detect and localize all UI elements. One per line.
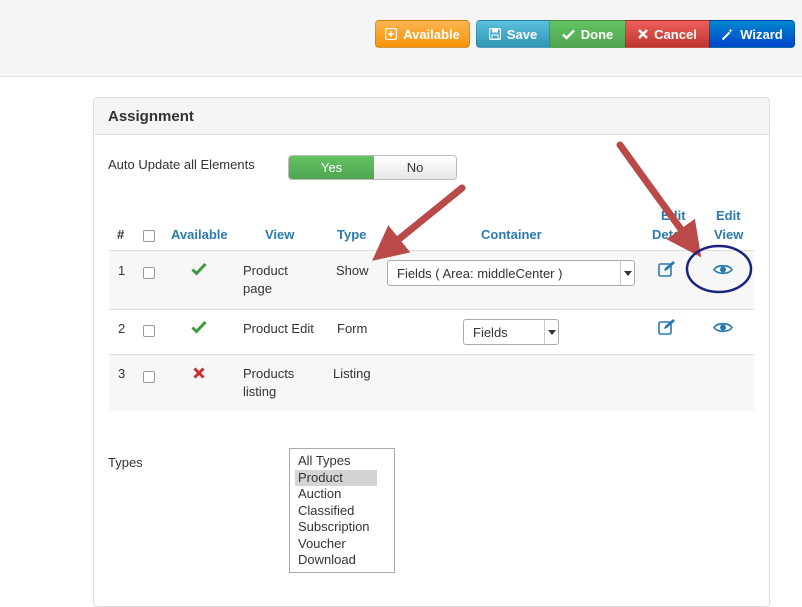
chevron-down-icon bbox=[544, 320, 558, 344]
panel-header: Assignment bbox=[94, 98, 769, 135]
row-view-line2: page bbox=[243, 281, 272, 296]
done-button[interactable]: Done bbox=[549, 20, 626, 48]
unavailable-cross-icon[interactable] bbox=[193, 367, 205, 382]
row-view-line2: listing bbox=[243, 384, 277, 399]
row-number: 3 bbox=[118, 366, 126, 381]
types-option-selected[interactable]: Product bbox=[295, 469, 377, 486]
edit-details-icon[interactable] bbox=[658, 261, 677, 280]
row-number: 2 bbox=[118, 321, 126, 336]
container-select[interactable]: Fields bbox=[463, 319, 559, 345]
column-header-edit-view-line2[interactable]: View bbox=[714, 227, 743, 242]
row-checkbox[interactable] bbox=[143, 325, 155, 337]
auto-update-label: Auto Update all Elements bbox=[108, 157, 255, 172]
select-all-checkbox[interactable] bbox=[143, 230, 155, 242]
row-type: Form bbox=[337, 321, 368, 336]
edit-view-eye-icon[interactable] bbox=[713, 321, 733, 337]
row-checkbox[interactable] bbox=[143, 267, 155, 279]
column-header-container[interactable]: Container bbox=[481, 227, 542, 242]
available-button[interactable]: Available bbox=[375, 20, 470, 48]
types-option[interactable]: All Types bbox=[295, 453, 377, 470]
save-button-label: Save bbox=[506, 26, 538, 42]
column-header-available[interactable]: Available bbox=[171, 227, 228, 242]
row-number: 1 bbox=[118, 263, 126, 278]
row-type: Listing bbox=[333, 366, 371, 381]
floppy-disk-icon bbox=[488, 28, 501, 40]
types-label: Types bbox=[108, 455, 143, 470]
row-view-line1: Product Edit bbox=[243, 321, 314, 336]
close-icon bbox=[638, 29, 649, 39]
row-divider bbox=[109, 309, 754, 310]
row-type: Show bbox=[336, 263, 369, 278]
types-option[interactable]: Classified bbox=[295, 503, 377, 520]
types-listbox[interactable]: All Types Product Auction Classified Sub… bbox=[289, 448, 395, 573]
types-option[interactable]: Auction bbox=[295, 486, 377, 503]
wizard-button-label: Wizard bbox=[740, 26, 783, 42]
column-header-num: # bbox=[117, 227, 125, 242]
column-header-edit-view-line1[interactable]: Edit bbox=[716, 208, 741, 223]
cancel-button[interactable]: Cancel bbox=[625, 20, 710, 48]
toggle-no-button[interactable]: No bbox=[374, 156, 456, 179]
column-header-view[interactable]: View bbox=[265, 227, 294, 242]
row-view-line1: Products bbox=[243, 366, 295, 381]
available-check-icon[interactable] bbox=[191, 262, 207, 279]
cancel-button-label: Cancel bbox=[654, 26, 697, 42]
edit-details-icon[interactable] bbox=[658, 319, 677, 338]
types-option[interactable]: Download bbox=[295, 552, 377, 569]
check-icon bbox=[561, 29, 575, 40]
table-row bbox=[109, 355, 754, 411]
column-header-edit-details-line2[interactable]: Details bbox=[652, 227, 695, 242]
save-button[interactable]: Save bbox=[476, 20, 550, 48]
column-header-edit-details-line1[interactable]: Edit bbox=[661, 208, 686, 223]
toolbar: Available Save Done Cancel Wizard bbox=[0, 0, 802, 77]
row-view-line1: Product bbox=[243, 263, 288, 278]
available-check-icon[interactable] bbox=[191, 320, 207, 337]
toggle-yes-button[interactable]: Yes bbox=[289, 156, 374, 179]
plus-square-icon bbox=[385, 28, 398, 40]
types-option[interactable]: Voucher bbox=[295, 536, 377, 553]
wizard-button[interactable]: Wizard bbox=[709, 20, 795, 48]
container-select-value: Fields ( Area: middleCenter ) bbox=[397, 265, 563, 281]
panel-title: Assignment bbox=[108, 108, 194, 125]
done-button-label: Done bbox=[580, 26, 614, 42]
row-checkbox[interactable] bbox=[143, 371, 155, 383]
chevron-down-icon bbox=[620, 261, 634, 285]
types-option[interactable]: Subscription bbox=[295, 519, 377, 536]
edit-view-eye-icon[interactable] bbox=[713, 263, 733, 279]
container-select[interactable]: Fields ( Area: middleCenter ) bbox=[387, 260, 635, 286]
column-header-type[interactable]: Type bbox=[337, 227, 366, 242]
container-select-value: Fields bbox=[473, 324, 508, 340]
available-button-label: Available bbox=[403, 26, 460, 42]
magic-wand-icon bbox=[721, 28, 734, 41]
auto-update-toggle[interactable]: Yes No bbox=[288, 155, 457, 180]
